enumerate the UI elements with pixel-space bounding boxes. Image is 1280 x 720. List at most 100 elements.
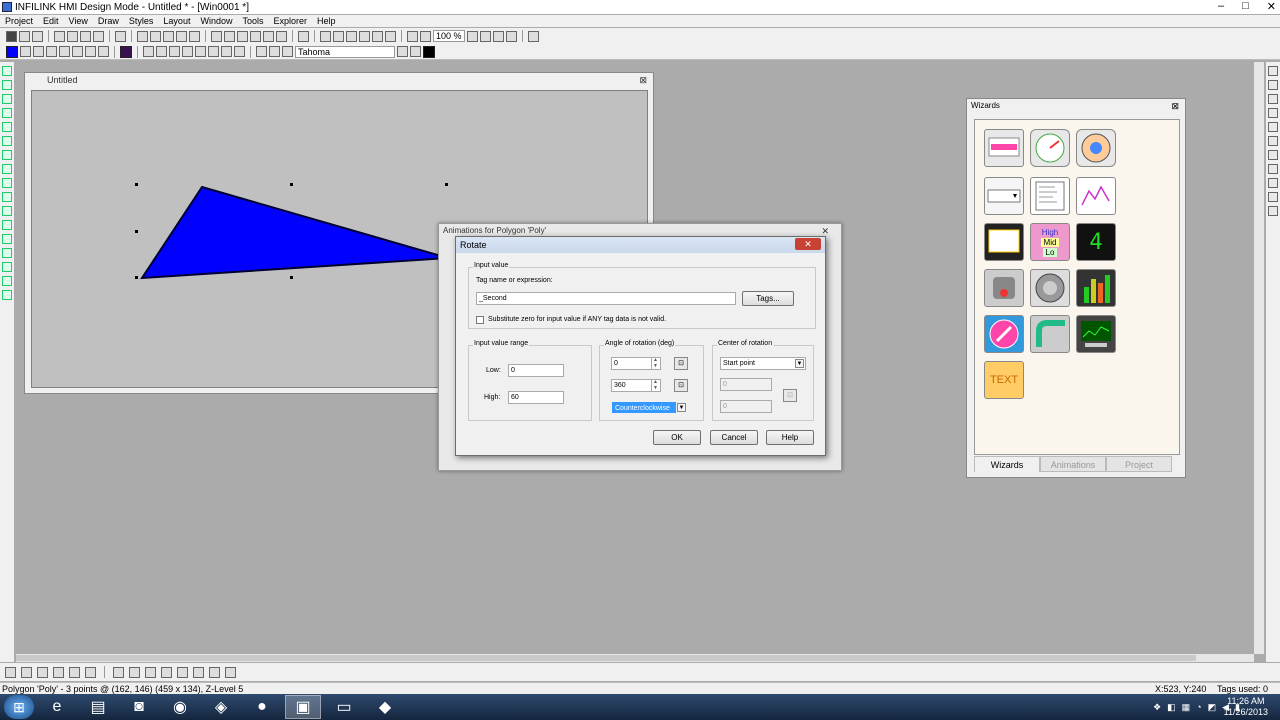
underline-icon[interactable] [282,46,293,57]
symbol-tool-icon[interactable] [2,248,12,258]
undo-icon[interactable] [115,30,126,42]
level-bars-wizard-icon[interactable] [1076,269,1116,307]
chevron-down-icon[interactable]: ▼ [677,403,686,412]
chart-recorder-wizard-icon[interactable] [1076,315,1116,353]
font-grow-icon[interactable] [397,46,408,57]
polygon-shape[interactable] [140,185,449,280]
arrange-icon[interactable] [1268,136,1278,146]
line-style-icon[interactable] [208,46,219,57]
group-icon[interactable] [224,30,235,42]
ellipse-tool-icon[interactable] [2,136,12,146]
line-color-icon[interactable] [120,45,132,58]
zoom-page-icon[interactable] [506,30,517,42]
selection-handle[interactable] [135,230,138,233]
window-icon[interactable] [385,30,396,42]
window-icon[interactable] [372,30,383,42]
paste-icon[interactable] [163,30,174,42]
angle-start-spinner[interactable]: ▲ ▼ [651,357,659,370]
document-close-icon[interactable]: ⊠ [639,73,647,88]
arrange-icon[interactable] [1268,178,1278,188]
same-height-icon[interactable] [161,666,172,678]
line-style-icon[interactable] [234,46,245,57]
arrange-icon[interactable] [1268,150,1278,160]
run-icon[interactable] [32,30,43,42]
browser-wizard-icon[interactable] [984,223,1024,261]
menu-tools[interactable]: Tools [237,15,268,27]
thermometer-wizard-icon[interactable] [984,315,1024,353]
arrange-icon[interactable] [1268,80,1278,90]
angle-start-tag-icon[interactable]: ⊡ [674,357,688,370]
select-tool-icon[interactable] [2,66,12,76]
chord-tool-icon[interactable] [2,192,12,202]
same-size-icon[interactable] [177,666,188,678]
line-style-icon[interactable] [221,46,232,57]
window-icon[interactable] [346,30,357,42]
pattern-icon[interactable] [59,46,70,57]
space-vertical-icon[interactable] [129,666,140,678]
ie-icon[interactable]: e [39,695,75,719]
listbox-wizard-icon[interactable] [1030,177,1070,215]
trend-wizard-icon[interactable] [1076,177,1116,215]
explorer-icon[interactable]: ▤ [80,695,116,719]
selection-handle[interactable] [135,276,138,279]
menu-window[interactable]: Window [195,15,237,27]
pattern-icon[interactable] [46,46,57,57]
line-style-icon[interactable] [156,46,167,57]
arc-tool-icon[interactable] [2,164,12,174]
polyline-tool-icon[interactable] [2,94,12,104]
circle-tool-icon[interactable] [2,150,12,160]
arrange-icon[interactable] [1268,94,1278,104]
arrange-icon[interactable] [1268,66,1278,76]
monitor-icon[interactable]: ▭ [326,695,362,719]
zoom-select[interactable]: 100 % [433,30,465,42]
outlook-icon[interactable]: ◙ [121,695,157,719]
digital-display-wizard-icon[interactable]: 4 [1076,223,1116,261]
tag-expression-input[interactable]: _Second [476,292,736,305]
chevron-down-icon[interactable]: ▼ [795,359,804,368]
polygon-tool-icon[interactable] [2,108,12,118]
font-shrink-icon[interactable] [410,46,421,57]
wizards-close-icon[interactable]: ⊠ [1171,99,1179,113]
rotate-close-button[interactable]: ✕ [795,238,821,250]
menu-styles[interactable]: Styles [124,15,159,27]
menu-draw[interactable]: Draw [93,15,124,27]
grid-tool-icon[interactable] [2,290,12,300]
copy-icon[interactable] [150,30,161,42]
tray-icon[interactable]: ❖ [1153,702,1161,713]
distribute-icon[interactable] [225,666,236,678]
angle-end-spinner[interactable]: ▲ ▼ [651,379,659,392]
window-icon[interactable] [359,30,370,42]
substitute-zero-checkbox[interactable] [476,316,484,324]
align-icon[interactable] [211,30,222,42]
scroll-thumb[interactable] [16,655,1196,661]
button-tool-icon[interactable] [2,220,12,230]
distribute-icon[interactable] [209,666,220,678]
minimize-button[interactable]: – [1218,0,1224,13]
preview-icon[interactable] [67,30,78,42]
line-style-icon[interactable] [143,46,154,57]
image-tool-icon[interactable] [2,234,12,244]
pointer-icon[interactable] [298,30,309,42]
pattern-icon[interactable] [98,46,109,57]
arrange-icon[interactable] [1268,206,1278,216]
back-icon[interactable] [263,30,274,42]
ungroup-icon[interactable] [237,30,248,42]
duplicate-icon[interactable] [176,30,187,42]
line-tool-icon[interactable] [2,80,12,90]
text-tool-icon[interactable] [2,206,12,216]
align-center-icon[interactable] [21,666,32,678]
arrange-icon[interactable] [1268,192,1278,202]
table-icon[interactable] [528,30,539,42]
direction-select[interactable]: Counterclockwise [612,402,676,413]
cut-icon[interactable] [137,30,148,42]
save-icon[interactable] [6,30,17,42]
center-select[interactable]: Start point [720,357,806,370]
arrange-icon[interactable] [1268,122,1278,132]
start-button[interactable]: ⊞ [4,695,34,719]
rectangle-tool-icon[interactable] [2,122,12,132]
meter-wizard-icon[interactable] [1076,129,1116,167]
align-right-icon[interactable] [37,666,48,678]
gauge-wizard-icon[interactable] [1030,129,1070,167]
text-wizard-icon[interactable]: TEXT [984,361,1024,399]
menu-explorer[interactable]: Explorer [268,15,312,27]
